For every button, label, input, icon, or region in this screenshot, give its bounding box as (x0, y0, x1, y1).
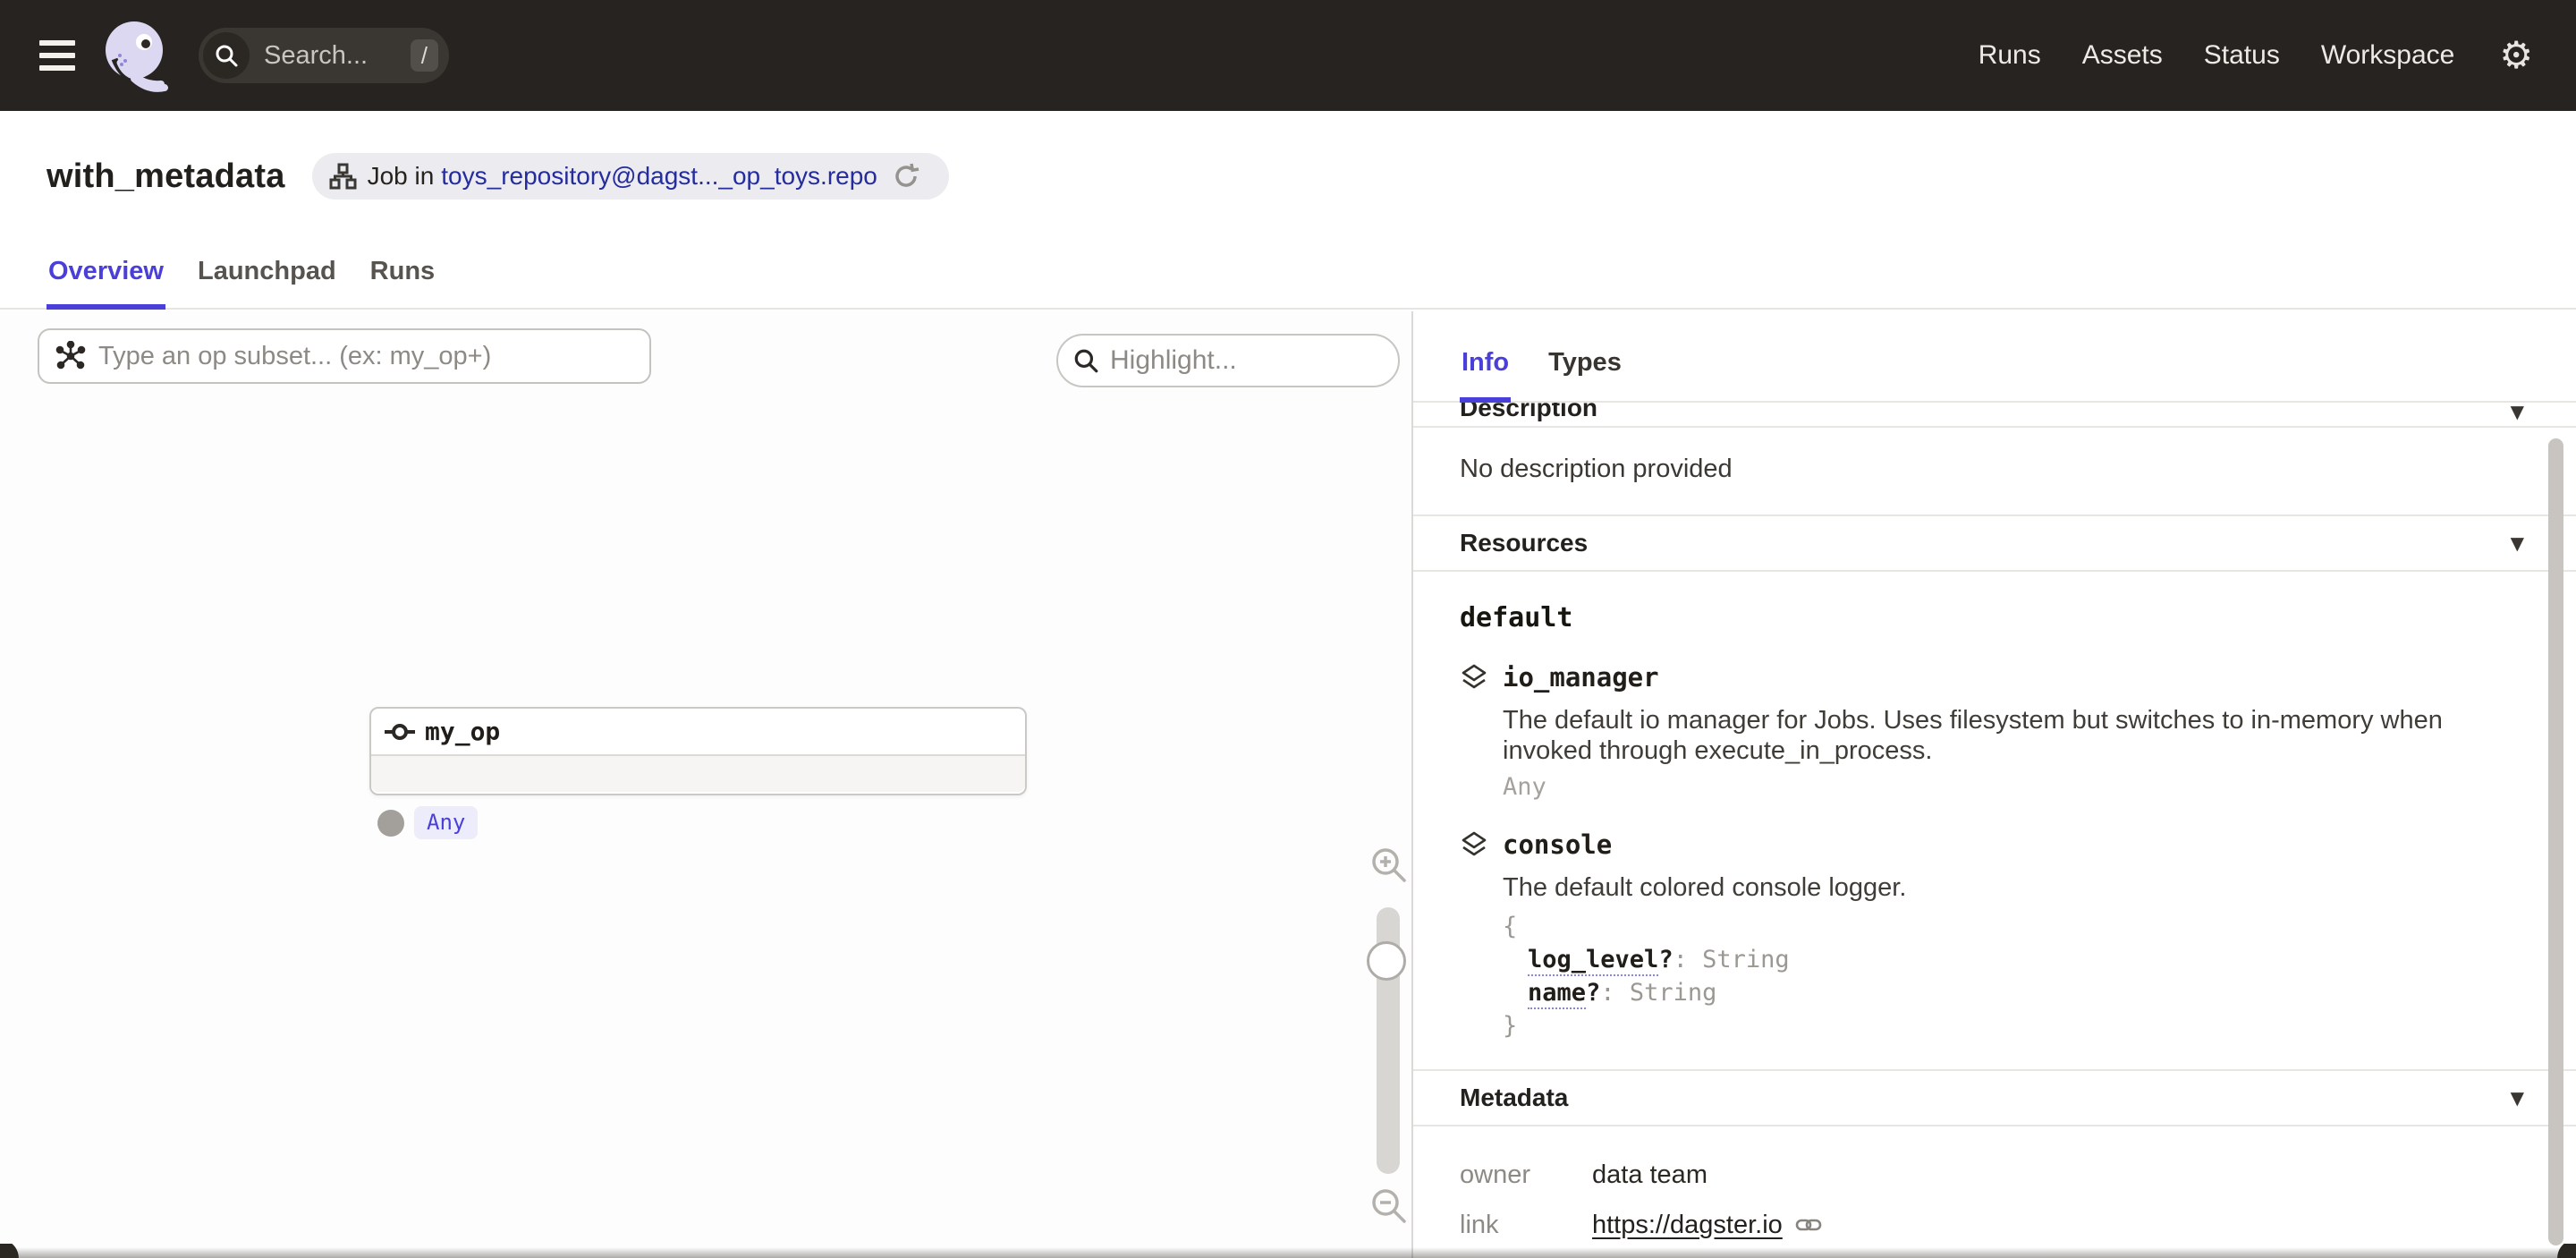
resource-name: io_manager (1503, 662, 1659, 693)
op-output-port[interactable] (377, 810, 404, 837)
tab-launchpad[interactable]: Launchpad (196, 257, 338, 310)
external-link-icon[interactable] (1795, 1211, 1822, 1238)
content: my_op Any (0, 311, 2576, 1258)
sidebar-tabs: Info Types (1413, 311, 2576, 403)
table-row: link https://dagster.io (1460, 1200, 2529, 1250)
metadata-link[interactable]: https://dagster.io (1592, 1211, 1783, 1240)
config-type: String (1630, 979, 1717, 1007)
config-key[interactable]: log_level (1528, 946, 1658, 976)
gear-icon[interactable]: ⚙ (2499, 37, 2533, 74)
resources-section-header[interactable]: Resources ▼ (1413, 514, 2576, 572)
job-badge-prefix: Job in (368, 162, 435, 191)
config-field-name: name?: String (1503, 976, 2526, 1009)
resource-group-name: default (1460, 602, 2526, 633)
tab-runs[interactable]: Runs (369, 257, 437, 310)
hamburger-menu-icon[interactable] (39, 40, 75, 71)
config-schema: { log_level?: String name?: String } (1503, 910, 2526, 1042)
resources-body: default io_manager The default io manage… (1413, 602, 2576, 1042)
section-title: Description (1460, 403, 1597, 422)
zoom-in-icon[interactable] (1368, 845, 1408, 888)
metadata-table: owner data team link https://dagster.io (1413, 1126, 2576, 1250)
job-graph-icon (328, 162, 357, 191)
op-subset-filter (38, 328, 651, 384)
resource-type: Any (1503, 773, 2526, 801)
section-title: Resources (1460, 529, 1588, 557)
chevron-down-icon[interactable]: ▼ (2511, 532, 2524, 554)
metadata-section-header[interactable]: Metadata ▼ (1413, 1069, 2576, 1126)
config-field-log-level: log_level?: String (1503, 943, 2526, 976)
tab-types[interactable]: Types (1546, 348, 1623, 403)
resource-name: console (1503, 829, 1612, 860)
search-shortcut-key: / (411, 39, 438, 72)
metadata-value: data team (1592, 1160, 1707, 1190)
chevron-down-icon[interactable]: ▼ (2511, 1087, 2524, 1109)
search-icon (1072, 347, 1099, 374)
config-key[interactable]: name (1528, 979, 1586, 1009)
resource-description: The default colored console logger. (1503, 872, 2513, 903)
zoom-slider-thumb[interactable] (1367, 941, 1406, 981)
reload-repo-icon[interactable] (892, 162, 931, 191)
resource-console: console The default colored console logg… (1460, 829, 2526, 1042)
search-icon (203, 32, 250, 79)
page-title: with_metadata (47, 157, 285, 196)
highlight-filter (1056, 334, 1400, 387)
page-header: with_metadata Job in toys_repository@dag… (0, 111, 2576, 242)
resource-io-manager: io_manager The default io manager for Jo… (1460, 662, 2526, 801)
op-icon (384, 721, 416, 743)
op-node-name: my_op (425, 717, 500, 746)
navbar-links: Runs Assets Status Workspace (1979, 40, 2455, 71)
nav-link-assets[interactable]: Assets (2082, 40, 2163, 71)
metadata-key: owner (1460, 1160, 1592, 1190)
tab-info[interactable]: Info (1460, 348, 1511, 403)
op-subset-input[interactable] (86, 342, 633, 371)
chevron-down-icon[interactable]: ▼ (2511, 403, 2524, 422)
scrollbar-thumb[interactable] (2548, 438, 2563, 1245)
op-node-body (371, 756, 1025, 792)
config-open-brace: { (1503, 910, 2526, 943)
highlight-input[interactable] (1099, 345, 1384, 376)
job-repo-badge: Job in toys_repository@dagst..._op_toys.… (312, 153, 949, 200)
description-section-header[interactable]: Description ▼ (1413, 403, 2576, 428)
op-graph-panel: my_op Any (0, 311, 1413, 1258)
resource-layers-icon (1460, 830, 1488, 859)
tab-overview[interactable]: Overview (47, 257, 165, 310)
repo-link[interactable]: toys_repository@dagst..._op_toys.repo (441, 162, 877, 191)
nav-link-status[interactable]: Status (2204, 40, 2280, 71)
sidebar-scroll-area[interactable]: Description ▼ No description provided Re… (1413, 403, 2576, 1258)
search-input[interactable] (250, 41, 411, 71)
resource-layers-icon (1460, 663, 1488, 692)
dagster-logo-icon[interactable] (102, 18, 172, 93)
top-navbar: / Runs Assets Status Workspace ⚙ (0, 0, 2576, 111)
graph-zoom-controls (1363, 311, 1413, 1258)
config-type: String (1702, 946, 1790, 973)
nav-link-workspace[interactable]: Workspace (2321, 40, 2455, 71)
global-search[interactable]: / (199, 28, 449, 83)
zoom-out-icon[interactable] (1368, 1186, 1408, 1229)
config-close-brace: } (1503, 1009, 2526, 1042)
table-row: owner data team (1460, 1150, 2529, 1200)
job-tabs: Overview Launchpad Runs (0, 242, 2576, 310)
section-title: Metadata (1460, 1084, 1568, 1112)
description-body: No description provided (1413, 428, 2576, 514)
resource-description: The default io manager for Jobs. Uses fi… (1503, 705, 2513, 766)
op-node-my-op[interactable]: my_op (369, 707, 1027, 795)
job-definition-sidebar: Info Types Description ▼ No description … (1413, 311, 2576, 1258)
op-selector-icon (55, 341, 86, 371)
metadata-key: link (1460, 1211, 1592, 1240)
nav-link-runs[interactable]: Runs (1979, 40, 2041, 71)
output-type-badge[interactable]: Any (414, 806, 478, 839)
